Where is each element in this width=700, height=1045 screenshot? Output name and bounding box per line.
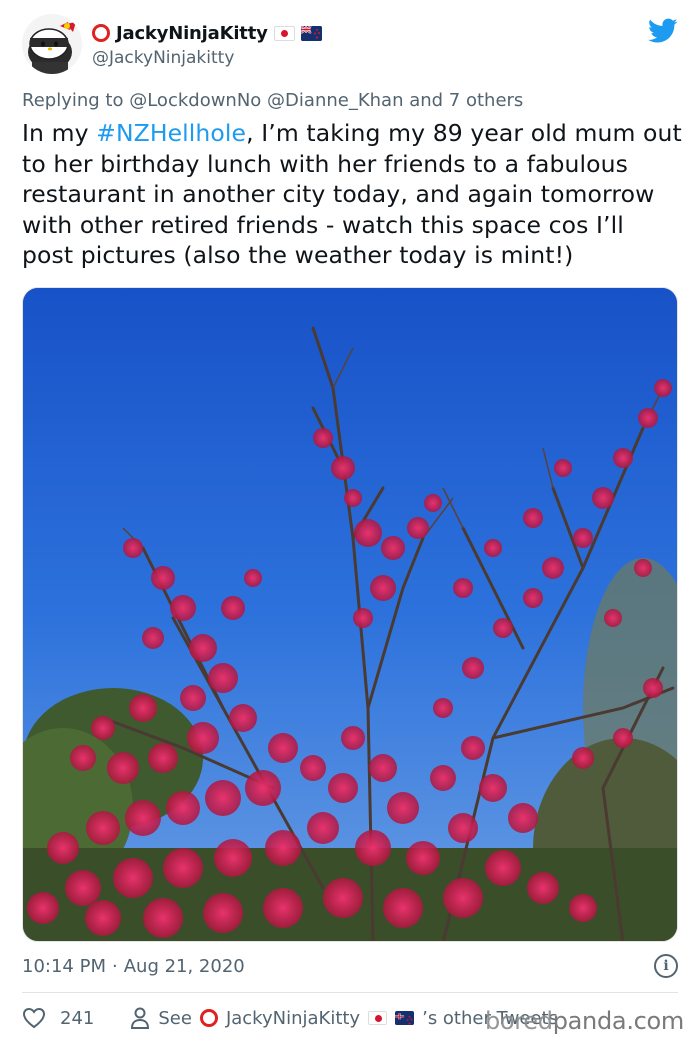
timestamp-separator: · xyxy=(111,956,118,977)
tweet-text-before: In my xyxy=(22,119,97,147)
hashtag-link[interactable]: #NZHellhole xyxy=(96,119,246,147)
person-icon xyxy=(131,1007,150,1029)
avatar[interactable] xyxy=(22,14,82,74)
user-handle[interactable]: @JackyNinjakitty xyxy=(92,48,234,68)
display-name-row[interactable]: JackyNinjaKitty xyxy=(92,20,322,46)
like-count: 241 xyxy=(60,1007,95,1029)
tweet-text: In my #NZHellhole, I’m taking my 89 year… xyxy=(22,118,682,271)
tweet-actions: 241 See JackyNinjaKitty ’s other Tweets xyxy=(22,1003,558,1033)
twitter-bird-icon[interactable] xyxy=(648,18,678,44)
reply-mention-dianne-khan[interactable]: @Dianne_Khan xyxy=(267,90,403,111)
reply-others[interactable]: and 7 others xyxy=(409,90,523,111)
heart-icon xyxy=(22,1007,46,1029)
tweet-card: JackyNinjaKitty @JackyNinjakitty Replyin… xyxy=(0,0,700,1045)
reply-prefix: Replying to xyxy=(22,90,124,111)
watermark-part-b: panda.com xyxy=(552,1007,685,1035)
like-button[interactable]: 241 xyxy=(22,1007,94,1029)
new-zealand-flag-icon xyxy=(300,25,322,41)
see-user-name: JackyNinjaKitty xyxy=(225,1007,361,1029)
info-glyph: i xyxy=(663,958,669,974)
replying-to: Replying to @LockdownNo @Dianne_Khan and… xyxy=(22,90,523,111)
tweet-time: 10:14 PM xyxy=(22,956,106,977)
info-icon[interactable]: i xyxy=(654,954,678,978)
see-prefix: See xyxy=(158,1007,192,1029)
red-ring-icon xyxy=(199,1009,218,1027)
boredpanda-watermark: boredpanda.com xyxy=(485,1007,684,1035)
new-zealand-flag-icon xyxy=(395,1011,415,1025)
blossom-tree-photo-icon xyxy=(23,288,677,941)
display-name[interactable]: JackyNinjaKitty xyxy=(116,23,268,44)
divider xyxy=(22,992,678,993)
watermark-part-a: bored xyxy=(484,1007,553,1035)
tweet-date: Aug 21, 2020 xyxy=(123,956,245,977)
tweet-photo[interactable] xyxy=(22,287,678,942)
japan-flag-icon xyxy=(273,25,295,41)
red-ring-icon xyxy=(92,24,110,42)
hello-kitty-ninja-avatar-icon xyxy=(22,14,82,74)
tweet-timestamp[interactable]: 10:14 PM · Aug 21, 2020 xyxy=(22,956,245,977)
reply-mention-lockdownno[interactable]: @LockdownNo xyxy=(129,90,261,111)
japan-flag-icon xyxy=(368,1011,388,1025)
